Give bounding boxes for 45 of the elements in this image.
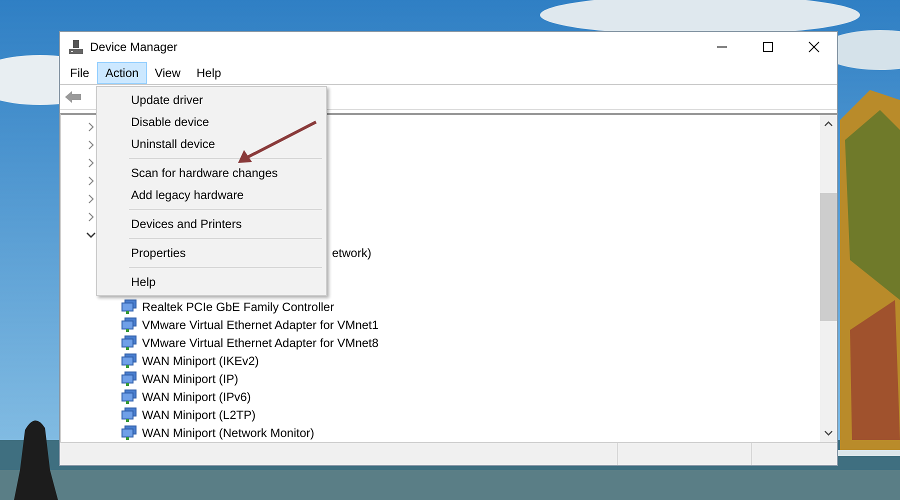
scrollbar-thumb[interactable] <box>820 193 837 321</box>
network-adapter-icon <box>121 317 137 333</box>
menu-item[interactable]: Update driver <box>99 89 324 111</box>
collapsed-chevron-icon[interactable] <box>86 122 96 132</box>
network-adapter-icon <box>121 353 137 369</box>
menu-item[interactable]: Uninstall device <box>99 133 324 155</box>
computer-tower-icon <box>68 38 84 54</box>
expanded-chevron-icon[interactable] <box>86 230 96 240</box>
maximize-icon <box>762 40 774 52</box>
network-adapter-icon <box>121 389 137 405</box>
collapsed-chevron-icon[interactable] <box>86 176 96 186</box>
menu-item[interactable]: Add legacy hardware <box>99 184 324 206</box>
device-name[interactable]: WAN Miniport (IKEv2) <box>142 354 259 368</box>
device-name[interactable]: WAN Miniport (IP) <box>142 372 238 386</box>
menu-item[interactable]: Disable device <box>99 111 324 133</box>
back-arrow-icon[interactable] <box>64 90 82 104</box>
menu-item[interactable]: Help <box>99 271 324 293</box>
vertical-scrollbar[interactable] <box>820 115 837 442</box>
network-adapter-icon <box>121 425 137 441</box>
collapsed-chevron-icon[interactable] <box>86 158 96 168</box>
menu-item[interactable]: Devices and Printers <box>99 213 324 235</box>
device-name[interactable]: WAN Miniport (IPv6) <box>142 390 251 404</box>
menu-bar-item[interactable]: Action <box>97 62 147 84</box>
device-name[interactable]: VMware Virtual Ethernet Adapter for VMnet1 <box>142 318 379 332</box>
network-adapter-icon <box>121 407 137 423</box>
network-adapter-icon <box>121 299 137 315</box>
network-adapter-icon <box>121 371 137 387</box>
menu-bar-item[interactable]: Help <box>188 62 230 84</box>
device-name[interactable]: WAN Miniport (Network Monitor) <box>142 426 314 440</box>
menu-item[interactable]: Scan for hardware changes <box>99 162 324 184</box>
collapsed-chevron-icon[interactable] <box>86 212 96 222</box>
scroll-down-icon[interactable] <box>824 430 833 436</box>
menu-item[interactable]: Properties <box>99 242 324 264</box>
device-name[interactable]: WAN Miniport (L2TP) <box>142 408 256 422</box>
device-name[interactable]: etwork) <box>332 246 372 260</box>
window-title: Device Manager <box>90 40 178 54</box>
scroll-up-icon[interactable] <box>824 121 833 127</box>
close-icon <box>808 40 820 52</box>
menu-bar-item[interactable]: View <box>146 62 188 84</box>
device-name[interactable]: VMware Virtual Ethernet Adapter for VMnet8 <box>142 336 379 350</box>
collapsed-chevron-icon[interactable] <box>86 194 96 204</box>
network-adapter-icon <box>121 335 137 351</box>
collapsed-chevron-icon[interactable] <box>86 140 96 150</box>
menu-bar-item[interactable]: File <box>62 62 98 84</box>
device-name[interactable]: Realtek PCIe GbE Family Controller <box>142 300 334 314</box>
